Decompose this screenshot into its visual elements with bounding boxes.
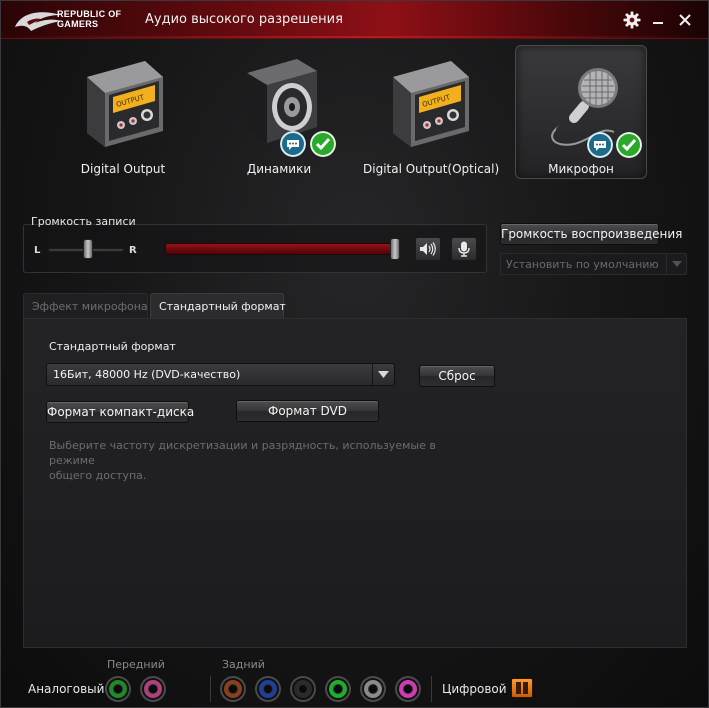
front-jack-green[interactable] [107, 678, 129, 700]
logo-line-1: REPUBLIC OF [57, 9, 122, 19]
logo-text: REPUBLIC OF GAMERS [57, 9, 121, 29]
rear-jack-blue[interactable] [257, 678, 279, 700]
rear-jack-orange[interactable] [222, 678, 244, 700]
record-volume-slider[interactable] [165, 243, 399, 255]
cd-format-button[interactable]: Формат компакт-диска [46, 401, 194, 423]
record-volume-label: Громкость записи [31, 215, 136, 228]
minimize-button[interactable] [647, 9, 669, 31]
chevron-down-icon [372, 364, 394, 385]
rear-jack-pink[interactable] [397, 678, 419, 700]
optical-output-device-icon: OUTPUT [393, 61, 469, 147]
spdif-port-icon[interactable] [511, 678, 533, 698]
balance-left-label: L [34, 245, 41, 256]
title-bar: REPUBLIC OF GAMERS Аудио высокого разреш… [1, 1, 708, 39]
window-title: Аудио высокого разрешения [145, 12, 343, 27]
close-button[interactable] [674, 9, 696, 31]
close-icon [679, 14, 691, 26]
mic-mute-button[interactable] [451, 237, 477, 261]
chevron-down-icon [666, 254, 686, 274]
digital-label: Цифровой [442, 682, 507, 696]
check-icon [616, 132, 642, 158]
divider [431, 676, 432, 702]
dvd-format-button[interactable]: Формат DVD [236, 400, 379, 422]
analog-label: Аналоговый [28, 682, 105, 696]
rear-jacks-label: Задний [222, 658, 265, 671]
reset-button[interactable]: Сброс [419, 365, 495, 387]
device-label: Digital Output(Optical) [363, 162, 500, 176]
device-digital-output[interactable]: OUTPUT Digital Output [57, 45, 189, 179]
hint-line-2: общего доступа. [49, 469, 147, 482]
record-volume-thumb[interactable] [390, 238, 400, 260]
front-jacks-label: Передний [107, 658, 165, 671]
hint-line-1: Выберите частоту дискретизации и разрядн… [49, 439, 436, 467]
playback-volume-button[interactable]: Громкость воспроизведения [500, 223, 682, 245]
set-default-label: Установить по умолчанию [506, 258, 659, 271]
gear-icon [623, 11, 641, 29]
format-dropdown[interactable]: 16Бит, 48000 Hz (DVD-качество) [46, 363, 395, 386]
rear-jack-grey[interactable] [362, 678, 384, 700]
logo-line-2: GAMERS [57, 19, 99, 29]
app-window: REPUBLIC OF GAMERS Аудио высокого разреш… [0, 0, 709, 708]
format-hint: Выберите частоту дискретизации и разрядн… [49, 438, 469, 483]
device-label: Микрофон [548, 162, 614, 176]
divider [210, 676, 211, 702]
volume-icon [420, 242, 436, 256]
chat-bubble-icon [280, 131, 306, 157]
device-label: Digital Output [80, 162, 166, 176]
device-label: Динамики [246, 162, 312, 176]
tab-default-format[interactable]: Стандартный формат [150, 293, 286, 319]
check-icon [310, 131, 336, 157]
microphone-icon [551, 68, 618, 146]
balance-right-label: R [129, 245, 137, 256]
rear-jack-green[interactable] [327, 678, 349, 700]
mic-icon [458, 241, 470, 257]
chat-bubble-icon [587, 132, 613, 158]
settings-button[interactable] [621, 9, 643, 31]
tab-mic-effect[interactable]: Эффект микрофона [23, 293, 148, 319]
format-label: Стандартный формат [49, 340, 176, 353]
rear-jack-black[interactable] [292, 678, 314, 700]
set-default-dropdown[interactable]: Установить по умолчанию [500, 253, 687, 275]
device-speakers[interactable]: Динамики [213, 45, 345, 179]
speaker-icon [247, 59, 317, 143]
minimize-icon [653, 22, 663, 24]
digital-output-device-icon: OUTPUT [87, 61, 163, 147]
format-selected: 16Бит, 48000 Hz (DVD-качество) [53, 368, 241, 381]
device-microphone[interactable]: Микрофон [515, 45, 647, 179]
speaker-monitor-button[interactable] [415, 237, 441, 261]
front-jack-pink[interactable] [142, 678, 164, 700]
balance-slider-thumb[interactable] [83, 239, 93, 259]
device-digital-optical[interactable]: OUTPUT Digital Output(Optical) [363, 45, 500, 179]
